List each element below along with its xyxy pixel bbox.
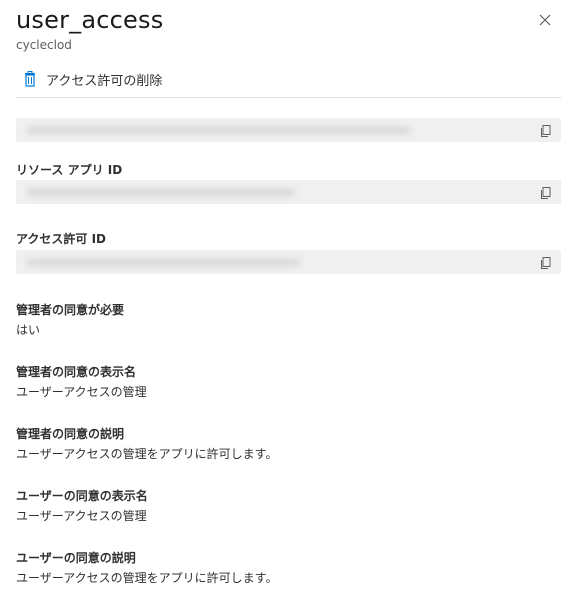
admin-consent-required-value: はい [16,323,41,337]
redacted-text [26,126,411,135]
user-consent-description-value: ユーザーアクセスの管理をアプリに許可します。 [16,571,278,585]
user-consent-display-name-label: ユーザーの同意の表示名 [16,489,148,503]
resource-app-id-field [16,180,561,204]
redacted-text [26,188,296,197]
copy-icon [541,257,551,269]
close-button[interactable] [537,12,553,28]
admin-consent-description-value: ユーザーアクセスの管理をアプリに許可します。 [16,447,278,461]
trash-icon [24,71,36,87]
toolbar-divider [16,97,561,98]
copy-icon [541,125,551,137]
admin-consent-description-label: 管理者の同意の説明 [16,427,125,441]
admin-consent-display-name-value: ユーザーアクセスの管理 [16,385,147,399]
masked-value-field [16,118,561,142]
admin-consent-required-label: 管理者の同意が必要 [16,303,125,317]
permission-id-label: アクセス許可 ID [16,232,107,246]
copy-icon [541,187,551,199]
panel-title: user_access [16,6,164,34]
copy-button[interactable] [539,185,553,199]
resource-app-id-label: リソース アプリ ID [16,163,123,177]
user-consent-display-name-value: ユーザーアクセスの管理 [16,509,147,523]
redacted-text [26,258,301,267]
copy-button[interactable] [539,255,553,269]
user-consent-description-label: ユーザーの同意の説明 [16,551,136,565]
delete-permission-label: アクセス許可の削除 [46,73,163,89]
delete-permission-button[interactable]: アクセス許可の削除 [24,68,162,90]
panel-subtitle: cycleclod [16,38,72,52]
copy-button[interactable] [539,123,553,137]
close-icon [539,14,551,26]
permission-id-field [16,250,561,274]
admin-consent-display-name-label: 管理者の同意の表示名 [16,365,137,379]
